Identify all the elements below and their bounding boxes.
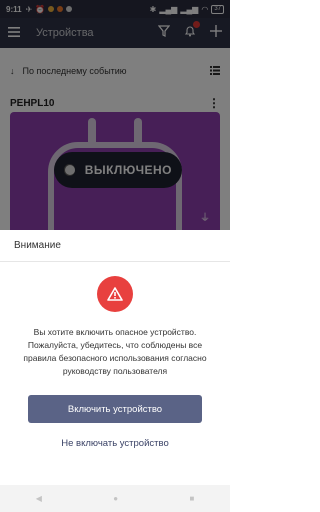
home-icon[interactable]: ● xyxy=(113,494,118,503)
back-icon[interactable]: ◀ xyxy=(36,494,42,503)
warning-icon xyxy=(97,276,133,312)
dialog-message: Вы хотите включить опасное устройство. П… xyxy=(23,327,207,376)
cancel-enable-button[interactable]: Не включать устройство xyxy=(28,434,202,452)
recents-icon[interactable]: ■ xyxy=(189,494,194,503)
system-nav-bar: ◀ ● ■ xyxy=(0,485,230,512)
warning-dialog: Внимание Вы хотите включить опасное устр… xyxy=(0,230,230,485)
dialog-title: Внимание xyxy=(0,230,230,262)
enable-device-button[interactable]: Включить устройство xyxy=(28,395,202,423)
